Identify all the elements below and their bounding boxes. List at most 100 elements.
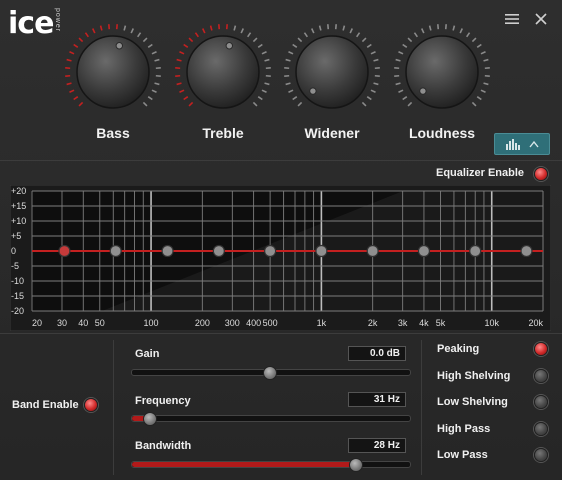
knob-tick <box>366 43 372 48</box>
x-tick-label: 200 <box>195 318 210 328</box>
filter-low-pass-radio[interactable] <box>534 448 548 462</box>
filter-low-shelving-label: Low Shelving <box>437 396 508 408</box>
filter-peaking-radio[interactable] <box>534 342 548 356</box>
band-handle[interactable] <box>469 244 482 258</box>
knob-tick <box>123 25 127 31</box>
knob-tick <box>398 89 404 94</box>
knob-tick <box>471 101 477 107</box>
band-handle[interactable] <box>58 244 71 258</box>
bass-knob[interactable] <box>58 22 168 132</box>
band-divider <box>113 340 114 475</box>
knob-tick <box>151 89 157 94</box>
x-tick-label: 40 <box>78 318 88 328</box>
knob-tick <box>476 96 482 101</box>
band-handle[interactable] <box>109 244 122 258</box>
knob-tick <box>483 58 489 62</box>
band-enable-label: Band Enable <box>12 399 79 411</box>
knob-tick <box>73 43 79 48</box>
knob-tick <box>413 32 418 38</box>
knob-tick <box>459 28 464 34</box>
knob-tick <box>480 89 486 94</box>
knob-body <box>405 35 479 109</box>
bandwidth-value-field[interactable]: 28 Hz <box>348 438 406 453</box>
y-tick-label: +10 <box>11 216 26 226</box>
equalizer-enable-label: Equalizer Enable <box>436 167 525 179</box>
knob-tick <box>66 58 72 62</box>
treble-knob[interactable] <box>168 22 278 132</box>
knob-tick <box>201 28 206 34</box>
knob-tick <box>402 43 408 48</box>
knob-tick <box>318 25 322 31</box>
band-handle[interactable] <box>520 244 533 258</box>
knob-tick <box>142 101 148 107</box>
knob-tick <box>151 50 157 55</box>
knob-tick <box>285 82 291 86</box>
knob-body <box>76 35 150 109</box>
knob-tick <box>261 50 267 55</box>
frequency-slider-thumb[interactable] <box>143 412 158 426</box>
band-handle[interactable] <box>315 244 328 258</box>
x-tick-label: 100 <box>144 318 159 328</box>
knob-tick <box>370 89 376 94</box>
knob-tick <box>476 43 482 48</box>
gain-label: Gain <box>135 348 160 360</box>
knob-tick <box>310 28 315 34</box>
gain-slider-thumb[interactable] <box>263 366 277 380</box>
knob-tick <box>154 82 160 86</box>
equalizer-enable-toggle[interactable] <box>534 167 548 181</box>
x-tick-label: 50 <box>95 318 105 328</box>
frequency-value-field[interactable]: 31 Hz <box>348 392 406 407</box>
knob-tick <box>84 32 89 38</box>
knob-tick <box>342 25 346 31</box>
equalizer-graph[interactable]: +20 +15 +10 +5 0 -5 -10 -15 -20 20 30 40 50 100 200 300… <box>10 185 551 331</box>
gain-value-field[interactable]: 0.0 dB <box>348 346 406 361</box>
y-tick-label: +5 <box>11 231 21 241</box>
knob-tick <box>257 43 263 48</box>
section-divider <box>0 160 562 161</box>
close-icon[interactable] <box>532 10 550 28</box>
y-tick-label: -10 <box>11 276 24 286</box>
filter-low-shelving-radio[interactable] <box>534 395 548 409</box>
bandwidth-slider[interactable] <box>131 461 411 468</box>
band-handle[interactable] <box>366 244 379 258</box>
band-handle[interactable] <box>264 244 277 258</box>
app-window: ice power Bass Treble Widener Loudness E… <box>0 0 562 480</box>
x-tick-label: 10k <box>484 318 499 328</box>
frequency-slider[interactable] <box>131 415 411 422</box>
bandwidth-slider-thumb[interactable] <box>349 458 364 472</box>
knob-pointer <box>115 42 124 50</box>
treble-label: Treble <box>202 125 244 141</box>
knob-tick <box>297 37 303 43</box>
knob-tick <box>147 43 153 48</box>
equalizer-view-toggle-button[interactable] <box>494 133 550 155</box>
knob-tick <box>395 58 401 62</box>
knob-tick <box>428 25 432 31</box>
knob-tick <box>176 82 182 86</box>
loudness-knob[interactable] <box>387 22 497 132</box>
filter-divider <box>421 340 422 475</box>
knob-tick <box>209 25 213 31</box>
knob-tick <box>483 82 489 86</box>
knob-tick <box>194 32 199 38</box>
x-tick-label: 1k <box>317 318 327 328</box>
band-enable-toggle[interactable] <box>84 398 98 412</box>
knob-tick <box>402 96 408 101</box>
knob-tick <box>69 50 75 55</box>
hamburger-menu-icon[interactable] <box>503 10 521 28</box>
band-handle[interactable] <box>417 244 431 258</box>
band-handle[interactable] <box>161 244 174 258</box>
filter-high-shelving-radio[interactable] <box>534 369 548 383</box>
filter-high-pass-radio[interactable] <box>534 422 548 436</box>
y-tick-label: +15 <box>11 201 26 211</box>
knob-tick <box>78 37 84 43</box>
widener-knob[interactable] <box>277 22 387 132</box>
knob-pointer <box>419 87 427 95</box>
band-handle[interactable] <box>212 244 225 258</box>
knob-tick <box>183 43 189 48</box>
knob-tick <box>395 82 401 86</box>
knob-tick <box>261 89 267 94</box>
filter-high-shelving-label: High Shelving <box>437 370 511 382</box>
equalizer-bars-icon <box>506 139 520 150</box>
knob-tick <box>361 101 367 107</box>
widener-label: Widener <box>304 125 360 141</box>
